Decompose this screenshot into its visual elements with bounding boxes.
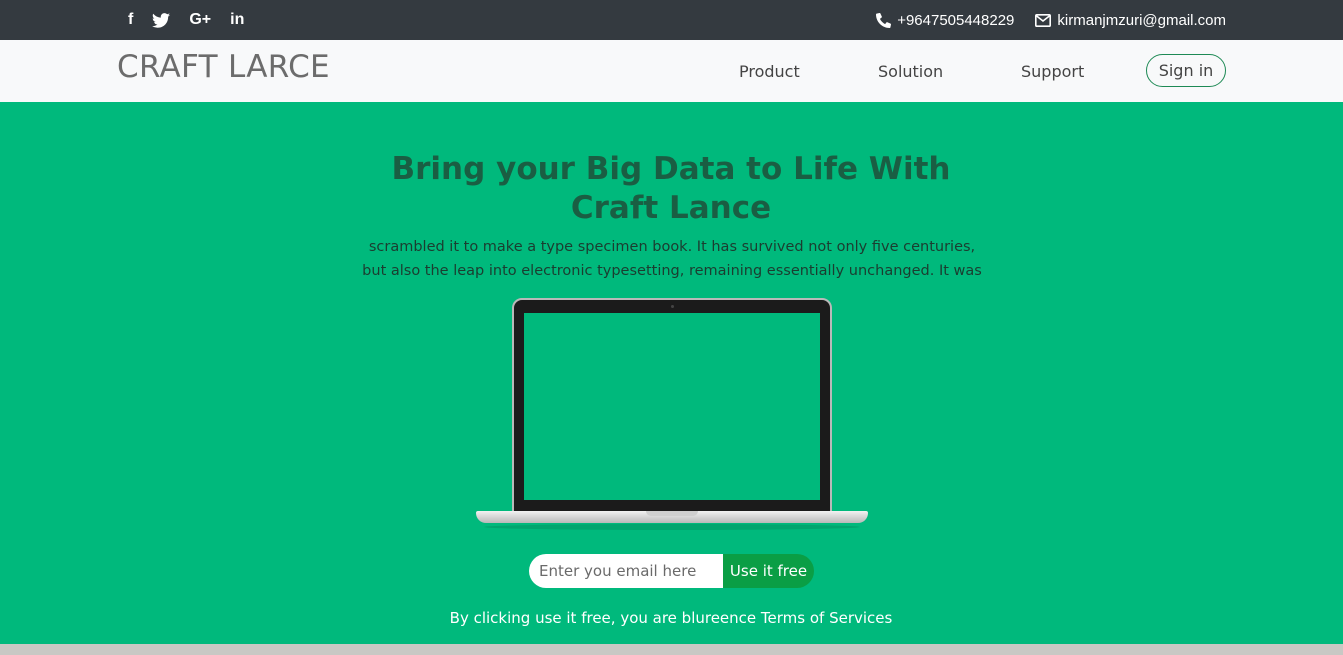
email-address: kirmanjmzuri@gmail.com [1057, 11, 1226, 29]
brand-logo[interactable]: CRAFT LARCE [117, 49, 330, 85]
twitter-icon[interactable] [152, 0, 171, 40]
nav-solution[interactable]: Solution [878, 62, 943, 81]
contact-info: +9647505448229 kirmanjmzuri@gmail.com [855, 0, 1226, 40]
nav-support[interactable]: Support [1021, 62, 1084, 81]
laptop-notch [646, 511, 698, 516]
camera-dot [671, 305, 674, 308]
laptop-image [476, 298, 868, 534]
google-plus-icon[interactable]: G+ [189, 0, 211, 40]
hero-title: Bring your Big Data to Life With Craft L… [391, 151, 951, 226]
main-navbar: CRAFT LARCE Product Solution Support Sig… [0, 40, 1343, 102]
phone-number: +9647505448229 [897, 11, 1015, 29]
laptop-shadow [484, 524, 860, 530]
social-links: f G+ in [128, 0, 263, 40]
terms-text: By clicking use it free, you are blureen… [449, 609, 893, 627]
phone-contact[interactable]: +9647505448229 [876, 12, 1014, 29]
laptop-screen [524, 313, 820, 500]
use-it-free-button[interactable]: Use it free [723, 554, 814, 588]
sign-in-button[interactable]: Sign in [1146, 54, 1226, 87]
facebook-icon[interactable]: f [128, 0, 133, 40]
envelope-icon [1035, 13, 1052, 27]
hero-section: Bring your Big Data to Life With Craft L… [0, 102, 1343, 644]
signup-form: Use it free [529, 554, 814, 588]
email-input[interactable] [529, 554, 723, 588]
laptop-base [476, 511, 868, 523]
hero-description: scrambled it to make a type specimen boo… [362, 239, 982, 279]
nav-product[interactable]: Product [739, 62, 800, 81]
top-bar: f G+ in +9647505448229 kirmanjmzuri@gmai… [0, 0, 1343, 40]
phone-icon [876, 12, 892, 28]
email-contact[interactable]: kirmanjmzuri@gmail.com [1035, 12, 1226, 29]
linkedin-icon[interactable]: in [230, 0, 244, 40]
footer-strip [0, 644, 1343, 655]
laptop-lid [512, 298, 832, 514]
